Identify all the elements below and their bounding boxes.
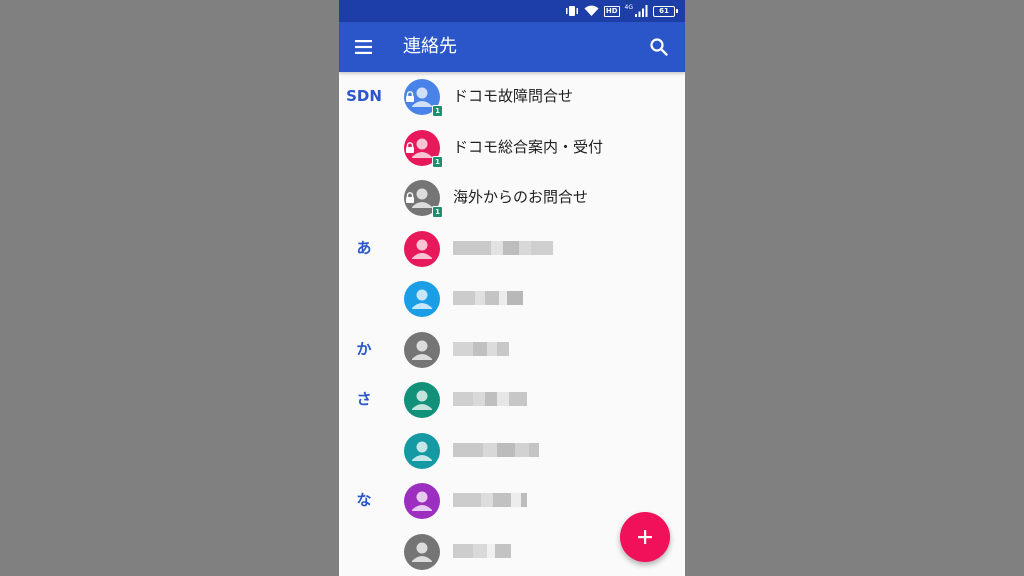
wifi-icon — [584, 5, 599, 17]
person-icon — [412, 340, 432, 360]
vibrate-icon — [565, 5, 579, 17]
sim-badge-icon: 1 — [432, 206, 443, 218]
contact-row[interactable]: あ — [339, 224, 685, 275]
person-icon — [412, 289, 432, 309]
redacted-contact-name — [453, 442, 539, 457]
app-bar: 連絡先 — [339, 22, 685, 72]
lock-icon — [406, 141, 414, 153]
section-index-label: あ — [356, 238, 372, 257]
status-icons: HD 4G 61 — [565, 3, 678, 19]
redacted-contact-name — [453, 493, 527, 507]
contact-row[interactable]: さ — [339, 375, 685, 426]
lock-icon — [406, 192, 414, 203]
section-index-label: さ — [356, 390, 372, 408]
avatar — [404, 483, 440, 519]
person-icon — [412, 491, 432, 511]
hd-badge: HD — [603, 5, 620, 17]
contact-list: SDN 1 ドコモ故障問合せ 1 ドコモ総合案内・受付 1 海外からのお問合せあかさな — [339, 72, 685, 576]
app-title: 連絡先 — [403, 36, 457, 57]
plus-icon — [638, 530, 652, 544]
search-icon[interactable] — [649, 37, 669, 57]
person-icon — [412, 441, 432, 461]
status-bar: HD 4G 61 — [339, 0, 685, 22]
redacted-contact-name — [453, 240, 553, 255]
avatar — [404, 382, 440, 418]
section-index-label: な — [356, 491, 372, 509]
contact-row[interactable]: SDN 1 ドコモ故障問合せ — [339, 72, 685, 123]
redacted-contact-name — [453, 543, 511, 558]
contact-row[interactable]: か — [339, 325, 685, 376]
contact-row[interactable] — [339, 274, 685, 325]
contact-name: ドコモ故障問合せ — [453, 87, 574, 105]
avatar — [404, 432, 440, 469]
contact-name: ドコモ総合案内・受付 — [453, 137, 604, 156]
avatar: 1 — [404, 180, 443, 218]
battery-icon: 61 — [653, 5, 678, 17]
person-icon — [412, 542, 432, 562]
person-icon — [412, 390, 432, 410]
redacted-contact-name — [453, 341, 509, 356]
menu-icon[interactable] — [354, 38, 374, 56]
section-index-label: か — [356, 339, 372, 358]
lock-icon — [406, 91, 414, 102]
sim-badge-icon: 1 — [432, 155, 443, 168]
contact-row[interactable] — [339, 426, 685, 477]
section-index-label: SDN — [346, 87, 382, 105]
redacted-contact-name — [453, 392, 527, 406]
avatar — [404, 281, 440, 317]
avatar — [404, 230, 440, 267]
add-contact-button[interactable] — [620, 512, 670, 562]
sim-badge-icon: 1 — [432, 105, 443, 117]
avatar — [404, 533, 440, 570]
contact-name: 海外からのお問合せ — [453, 188, 589, 206]
signal-icon — [635, 5, 648, 17]
network-type-label: 4G — [624, 3, 633, 11]
phone-screen: HD 4G 61 連絡先 SDN 1 ドコモ故障問合せ 1 ドコモ総合案内・受付 1 海外か… — [339, 0, 685, 576]
contact-row[interactable]: 1 ドコモ総合案内・受付 — [339, 123, 685, 174]
person-icon — [412, 239, 432, 259]
avatar — [404, 331, 440, 368]
contact-row[interactable]: 1 海外からのお問合せ — [339, 173, 685, 224]
redacted-contact-name — [453, 291, 523, 305]
avatar: 1 — [404, 129, 443, 168]
avatar: 1 — [404, 79, 443, 117]
